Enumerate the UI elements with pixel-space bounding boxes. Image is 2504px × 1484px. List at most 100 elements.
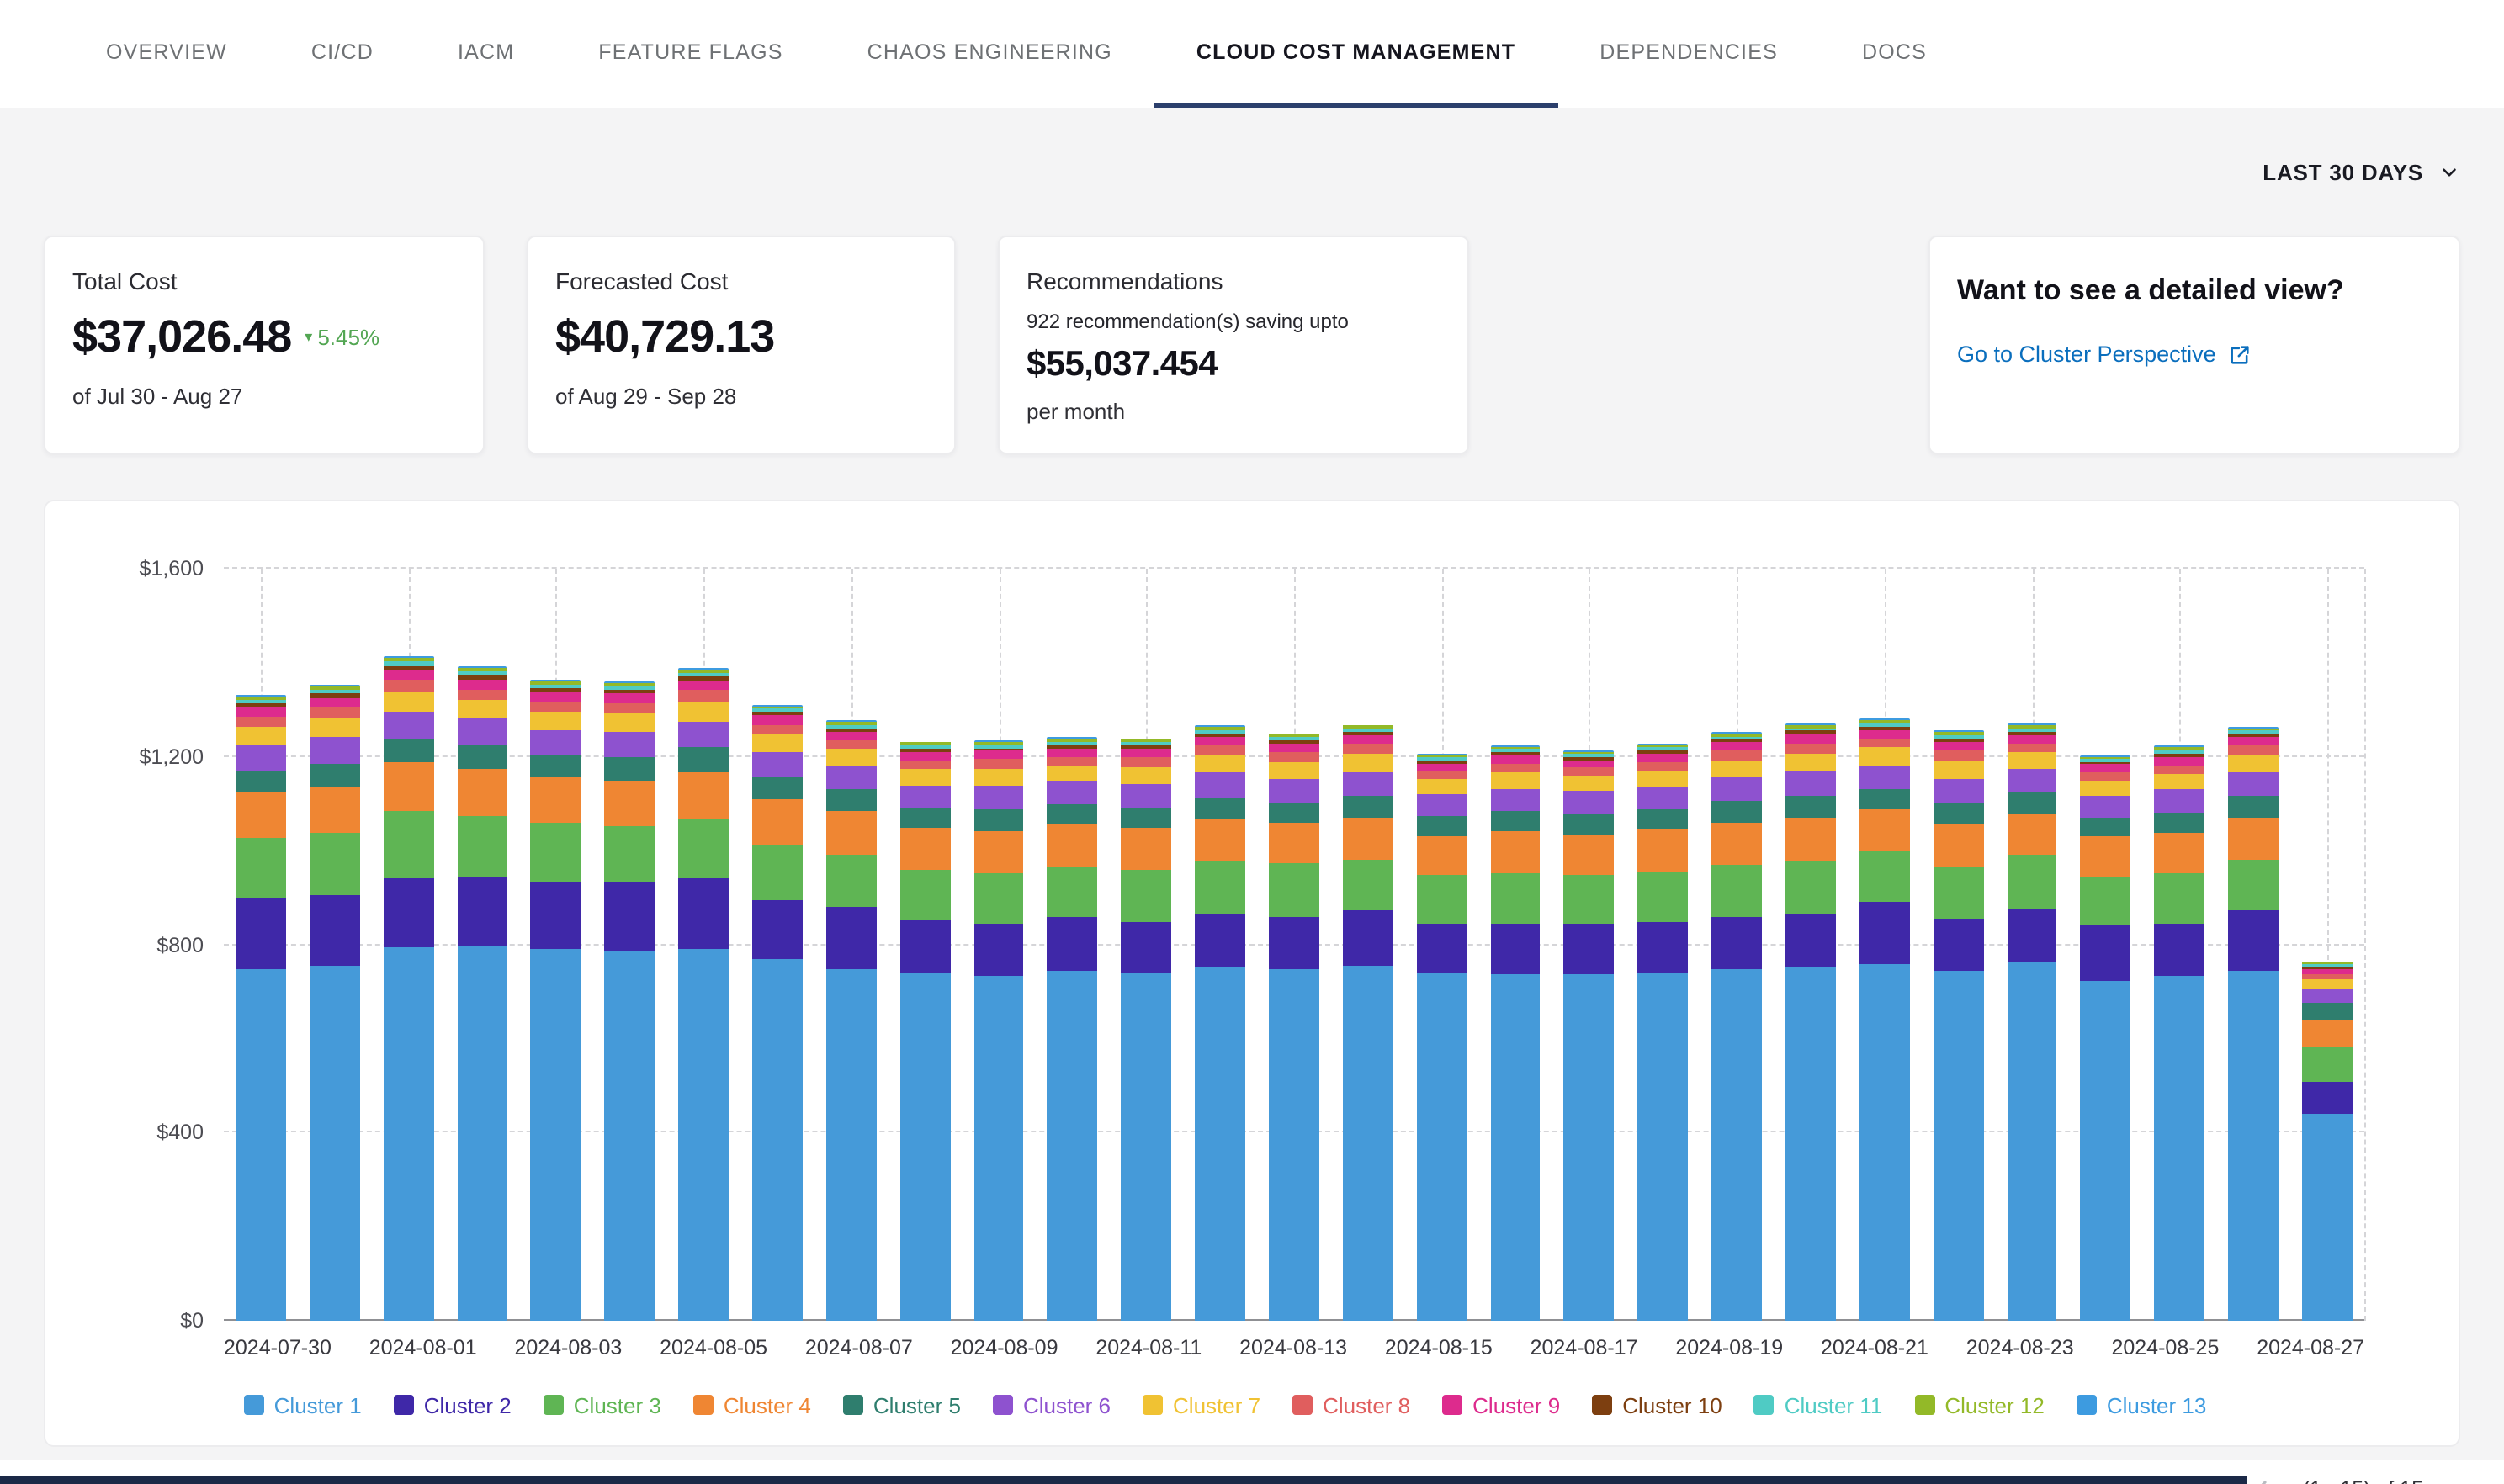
- bar-segment-cluster-8[interactable]: [310, 708, 360, 718]
- bar-segment-cluster-1[interactable]: [310, 966, 360, 1321]
- bar-segment-cluster-3[interactable]: [826, 855, 877, 908]
- bar-segment-cluster-2[interactable]: [1269, 917, 1319, 970]
- bar-segment-cluster-8[interactable]: [1269, 752, 1319, 761]
- bar-segment-cluster-6[interactable]: [1490, 789, 1541, 812]
- bar-segment-cluster-6[interactable]: [752, 752, 803, 776]
- bar-segment-cluster-3[interactable]: [1785, 861, 1836, 914]
- bar-segment-cluster-9[interactable]: [1417, 764, 1467, 771]
- bar-segment-cluster-9[interactable]: [1564, 761, 1615, 768]
- legend-item-cluster-6[interactable]: Cluster 6: [993, 1392, 1111, 1418]
- bar-segment-cluster-7[interactable]: [2007, 753, 2057, 770]
- bar-segment-cluster-8[interactable]: [1934, 750, 1984, 761]
- bar-segment-cluster-3[interactable]: [1048, 866, 1098, 917]
- bar-segment-cluster-8[interactable]: [605, 702, 655, 713]
- bar-segment-cluster-5[interactable]: [752, 776, 803, 799]
- bar-segment-cluster-3[interactable]: [1417, 875, 1467, 923]
- bar-segment-cluster-4[interactable]: [531, 777, 581, 824]
- bar-segment-cluster-3[interactable]: [1934, 867, 1984, 918]
- bar-segment-cluster-6[interactable]: [2228, 771, 2279, 795]
- bar-segment-cluster-1[interactable]: [2081, 980, 2131, 1321]
- bar-segment-cluster-2[interactable]: [2155, 923, 2205, 976]
- bar-segment-cluster-5[interactable]: [2007, 793, 2057, 814]
- bar-segment-cluster-7[interactable]: [826, 750, 877, 766]
- bar-segment-cluster-5[interactable]: [1859, 788, 1910, 809]
- bar-segment-cluster-5[interactable]: [1785, 795, 1836, 818]
- bar-segment-cluster-6[interactable]: [1269, 778, 1319, 802]
- bar-segment-cluster-7[interactable]: [1343, 754, 1393, 771]
- bar-segment-cluster-4[interactable]: [826, 811, 877, 854]
- bar-segment-cluster-8[interactable]: [899, 761, 950, 770]
- bar-segment-cluster-1[interactable]: [2155, 976, 2205, 1321]
- bar-segment-cluster-9[interactable]: [678, 681, 729, 691]
- bar-segment-cluster-2[interactable]: [2081, 925, 2131, 981]
- bar-segment-cluster-2[interactable]: [2228, 911, 2279, 970]
- bar-segment-cluster-3[interactable]: [1638, 872, 1689, 921]
- bar-segment-cluster-3[interactable]: [1343, 860, 1393, 910]
- legend-item-cluster-3[interactable]: Cluster 3: [544, 1392, 661, 1418]
- bar-segment-cluster-1[interactable]: [2228, 970, 2279, 1321]
- bar-segment-cluster-1[interactable]: [1490, 975, 1541, 1321]
- bar-segment-cluster-4[interactable]: [1195, 819, 1245, 861]
- bar-segment-cluster-6[interactable]: [1417, 794, 1467, 816]
- bar-segment-cluster-2[interactable]: [899, 920, 950, 973]
- bar-segment-cluster-4[interactable]: [1417, 835, 1467, 875]
- bar-segment-cluster-5[interactable]: [1934, 803, 1984, 824]
- bar-segment-cluster-5[interactable]: [457, 745, 507, 769]
- bar-segment-cluster-8[interactable]: [1638, 762, 1689, 771]
- bar-segment-cluster-9[interactable]: [1785, 734, 1836, 744]
- bar-segment-cluster-2[interactable]: [1934, 919, 1984, 972]
- bar-segment-cluster-8[interactable]: [2155, 765, 2205, 774]
- bar-segment-cluster-6[interactable]: [2081, 795, 2131, 817]
- bar-segment-cluster-4[interactable]: [1122, 828, 1172, 870]
- bar-segment-cluster-8[interactable]: [1343, 745, 1393, 755]
- bar-segment-cluster-5[interactable]: [310, 763, 360, 787]
- bar-segment-cluster-5[interactable]: [1490, 811, 1541, 832]
- bar-segment-cluster-1[interactable]: [826, 969, 877, 1321]
- bar-segment-cluster-7[interactable]: [1785, 753, 1836, 771]
- bar-segment-cluster-4[interactable]: [2155, 833, 2205, 873]
- pagination-prev-button[interactable]: [2249, 1475, 2276, 1484]
- bar-segment-cluster-4[interactable]: [973, 830, 1024, 872]
- bar-segment-cluster-2[interactable]: [1417, 923, 1467, 972]
- bar-segment-cluster-2[interactable]: [826, 907, 877, 969]
- bar-segment-cluster-9[interactable]: [1195, 736, 1245, 745]
- bar-segment-cluster-7[interactable]: [383, 692, 433, 711]
- bar-segment-cluster-3[interactable]: [1195, 862, 1245, 914]
- bar-segment-cluster-6[interactable]: [1859, 765, 1910, 788]
- bar-segment-cluster-7[interactable]: [1564, 776, 1615, 792]
- bar-segment-cluster-8[interactable]: [1711, 751, 1762, 761]
- bar-segment-cluster-7[interactable]: [678, 702, 729, 721]
- bar-segment-cluster-5[interactable]: [531, 755, 581, 777]
- bar-segment-cluster-1[interactable]: [1934, 971, 1984, 1321]
- bar-segment-cluster-2[interactable]: [310, 895, 360, 966]
- bar-segment-cluster-3[interactable]: [2302, 1047, 2353, 1081]
- bar-segment-cluster-1[interactable]: [2007, 962, 2057, 1321]
- date-range-dropdown[interactable]: LAST 30 DAYS: [2263, 159, 2460, 184]
- bar-segment-cluster-8[interactable]: [973, 760, 1024, 769]
- legend-item-cluster-2[interactable]: Cluster 2: [394, 1392, 512, 1418]
- bar-segment-cluster-4[interactable]: [1343, 818, 1393, 860]
- bar-segment-cluster-3[interactable]: [2155, 873, 2205, 923]
- bar-segment-cluster-8[interactable]: [1122, 757, 1172, 766]
- bar-segment-cluster-3[interactable]: [899, 870, 950, 920]
- bar-segment-cluster-4[interactable]: [752, 799, 803, 845]
- bar-segment-cluster-1[interactable]: [2302, 1114, 2353, 1321]
- legend-item-cluster-9[interactable]: Cluster 9: [1442, 1392, 1560, 1418]
- legend-item-cluster-5[interactable]: Cluster 5: [843, 1392, 961, 1418]
- bar-segment-cluster-3[interactable]: [383, 812, 433, 877]
- bar-segment-cluster-9[interactable]: [457, 679, 507, 689]
- bar-segment-cluster-9[interactable]: [310, 697, 360, 708]
- bar-segment-cluster-6[interactable]: [1934, 778, 1984, 803]
- bar-segment-cluster-3[interactable]: [1122, 871, 1172, 921]
- bar-segment-cluster-6[interactable]: [236, 745, 286, 770]
- bar-segment-cluster-4[interactable]: [1934, 824, 1984, 867]
- bar-segment-cluster-6[interactable]: [457, 718, 507, 745]
- bar-segment-cluster-1[interactable]: [752, 960, 803, 1321]
- bar-segment-cluster-2[interactable]: [605, 882, 655, 951]
- bar-segment-cluster-1[interactable]: [1195, 967, 1245, 1321]
- bar-segment-cluster-5[interactable]: [1343, 796, 1393, 818]
- bar-segment-cluster-4[interactable]: [310, 787, 360, 833]
- legend-item-cluster-13[interactable]: Cluster 13: [2077, 1392, 2207, 1418]
- bar-segment-cluster-7[interactable]: [1490, 773, 1541, 789]
- bar-segment-cluster-5[interactable]: [678, 747, 729, 771]
